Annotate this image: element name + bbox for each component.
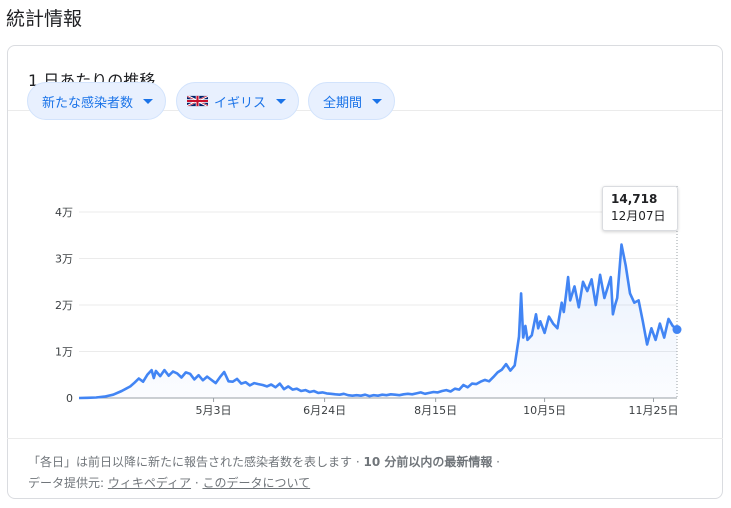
y-tick-label: 2万 — [55, 299, 73, 312]
x-tick-label: 10月5日 — [523, 404, 566, 417]
about-data-link[interactable]: このデータについて — [202, 476, 310, 490]
chart-tooltip: 14,718 12月07日 — [602, 186, 678, 231]
x-tick-label: 6月24日 — [303, 404, 346, 417]
footer: 「各日」は前日以降に新たに報告された感染者数を表します · 10 分前以内の最新… — [28, 452, 500, 494]
footer-source-label: データ提供元: — [28, 476, 108, 490]
tooltip-date: 12月07日 — [611, 209, 666, 223]
footer-divider — [7, 438, 723, 439]
footer-update-note: 10 分前以内の最新情報 — [363, 455, 493, 469]
wikipedia-link[interactable]: ウィキペディア — [108, 476, 191, 490]
footer-note: 「各日」は前日以降に新たに報告された感染者数を表します · 10 分前以内の最新… — [28, 452, 500, 473]
footer-note-text: 「各日」は前日以降に新たに報告された感染者数を表します — [28, 455, 353, 469]
footer-separator: · — [191, 476, 203, 490]
y-tick-label: 3万 — [55, 253, 73, 266]
y-tick-label: 1万 — [55, 346, 73, 359]
highlight-point — [672, 325, 682, 335]
footer-separator: · — [492, 455, 500, 469]
footer-separator: · — [352, 455, 364, 469]
x-tick-label: 5月3日 — [196, 404, 232, 417]
footer-source: データ提供元: ウィキペディア · このデータについて — [28, 473, 500, 494]
y-tick-label: 4万 — [55, 206, 73, 219]
tooltip-value: 14,718 — [611, 192, 658, 206]
y-tick-label: 0 — [66, 392, 73, 405]
x-tick-label: 8月15日 — [414, 404, 457, 417]
x-tick-label: 11月25日 — [629, 404, 679, 417]
